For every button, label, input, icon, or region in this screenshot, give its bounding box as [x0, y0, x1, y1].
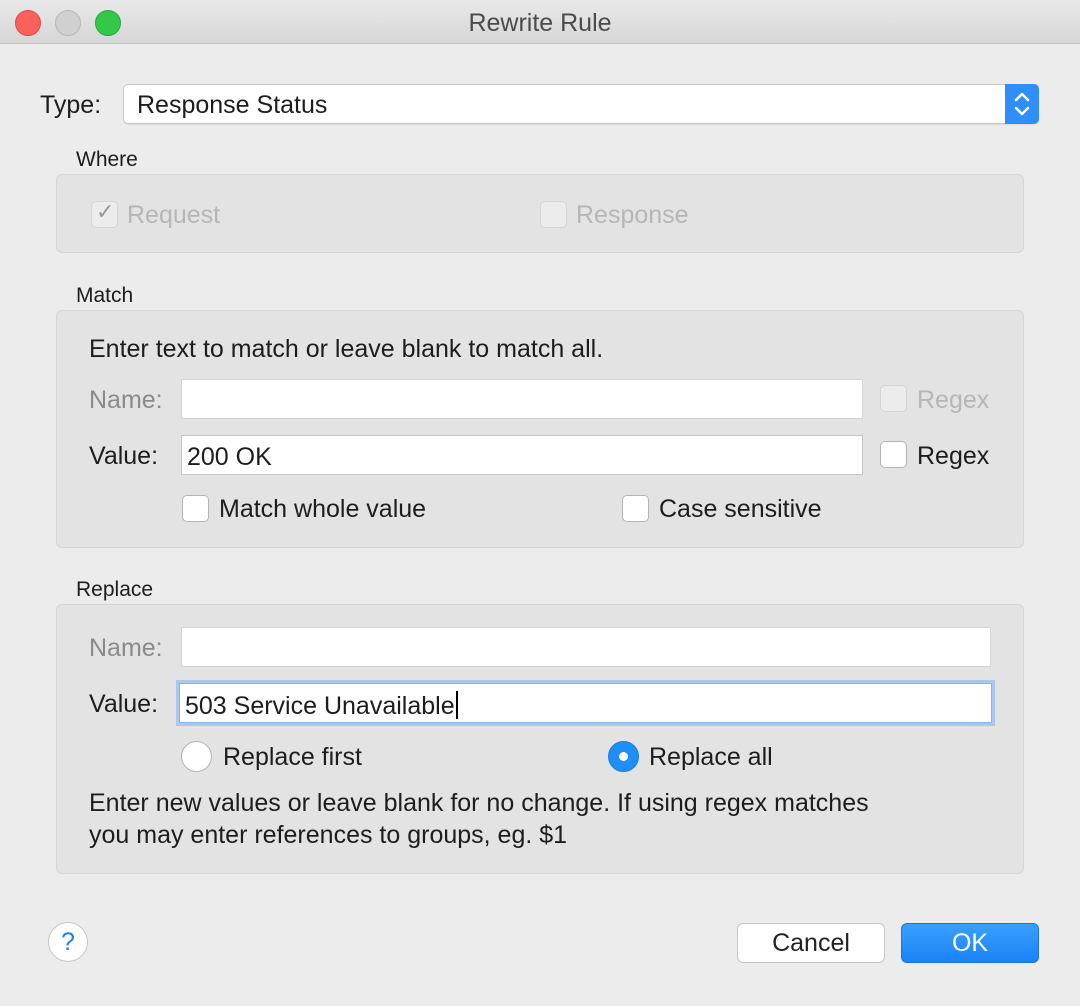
- case-sensitive-label: Case sensitive: [659, 495, 822, 523]
- response-checkbox[interactable]: [540, 201, 567, 228]
- replace-value-label: Value:: [89, 690, 159, 718]
- cancel-button[interactable]: Cancel: [737, 923, 885, 963]
- replace-name-label: Name:: [89, 634, 163, 662]
- response-checkbox-label: Response: [576, 201, 689, 229]
- replace-all-radio[interactable]: [608, 741, 639, 772]
- replace-all-label: Replace all: [649, 743, 773, 771]
- match-value-input[interactable]: 200 OK: [181, 435, 863, 475]
- request-checkbox-label: Request: [127, 201, 221, 229]
- match-name-regex-label: Regex: [917, 386, 990, 414]
- checkmark-icon: ✓: [96, 199, 115, 224]
- where-section-title: Where: [76, 148, 138, 171]
- replace-hint-line2: you may enter references to groups, eg. …: [89, 821, 568, 849]
- match-name-input[interactable]: [181, 379, 863, 419]
- text-caret: [455, 691, 458, 719]
- case-sensitive-checkbox[interactable]: [622, 495, 649, 522]
- popup-arrows-icon: [1005, 84, 1039, 124]
- match-section-title: Match: [76, 284, 134, 307]
- match-value-text: 200 OK: [187, 443, 272, 471]
- type-select[interactable]: Response Status: [123, 84, 1039, 124]
- replace-first-radio[interactable]: [181, 741, 212, 772]
- replace-section-title: Replace: [76, 578, 154, 601]
- match-hint: Enter text to match or leave blank to ma…: [89, 335, 604, 363]
- type-select-value: Response Status: [137, 91, 328, 119]
- replace-first-label: Replace first: [223, 743, 362, 771]
- replace-value-text: 503 Service Unavailable: [185, 692, 455, 720]
- match-value-label: Value:: [89, 442, 159, 470]
- match-name-label: Name:: [89, 386, 163, 414]
- match-value-regex-checkbox[interactable]: [880, 441, 907, 468]
- title-bar: Rewrite Rule: [0, 0, 1080, 44]
- replace-value-input[interactable]: 503 Service Unavailable: [179, 683, 992, 723]
- replace-hint-line1: Enter new values or leave blank for no c…: [89, 789, 869, 817]
- match-whole-value-checkbox[interactable]: [182, 495, 209, 522]
- request-checkbox[interactable]: ✓: [91, 199, 118, 228]
- match-name-regex-checkbox[interactable]: [880, 385, 907, 412]
- match-whole-value-label: Match whole value: [219, 495, 427, 523]
- help-icon[interactable]: ?: [48, 922, 88, 962]
- match-value-regex-label: Regex: [917, 442, 990, 470]
- type-label: Type:: [40, 91, 102, 119]
- ok-button[interactable]: OK: [901, 923, 1039, 963]
- replace-name-input[interactable]: [181, 627, 991, 667]
- window-title: Rewrite Rule: [468, 9, 612, 37]
